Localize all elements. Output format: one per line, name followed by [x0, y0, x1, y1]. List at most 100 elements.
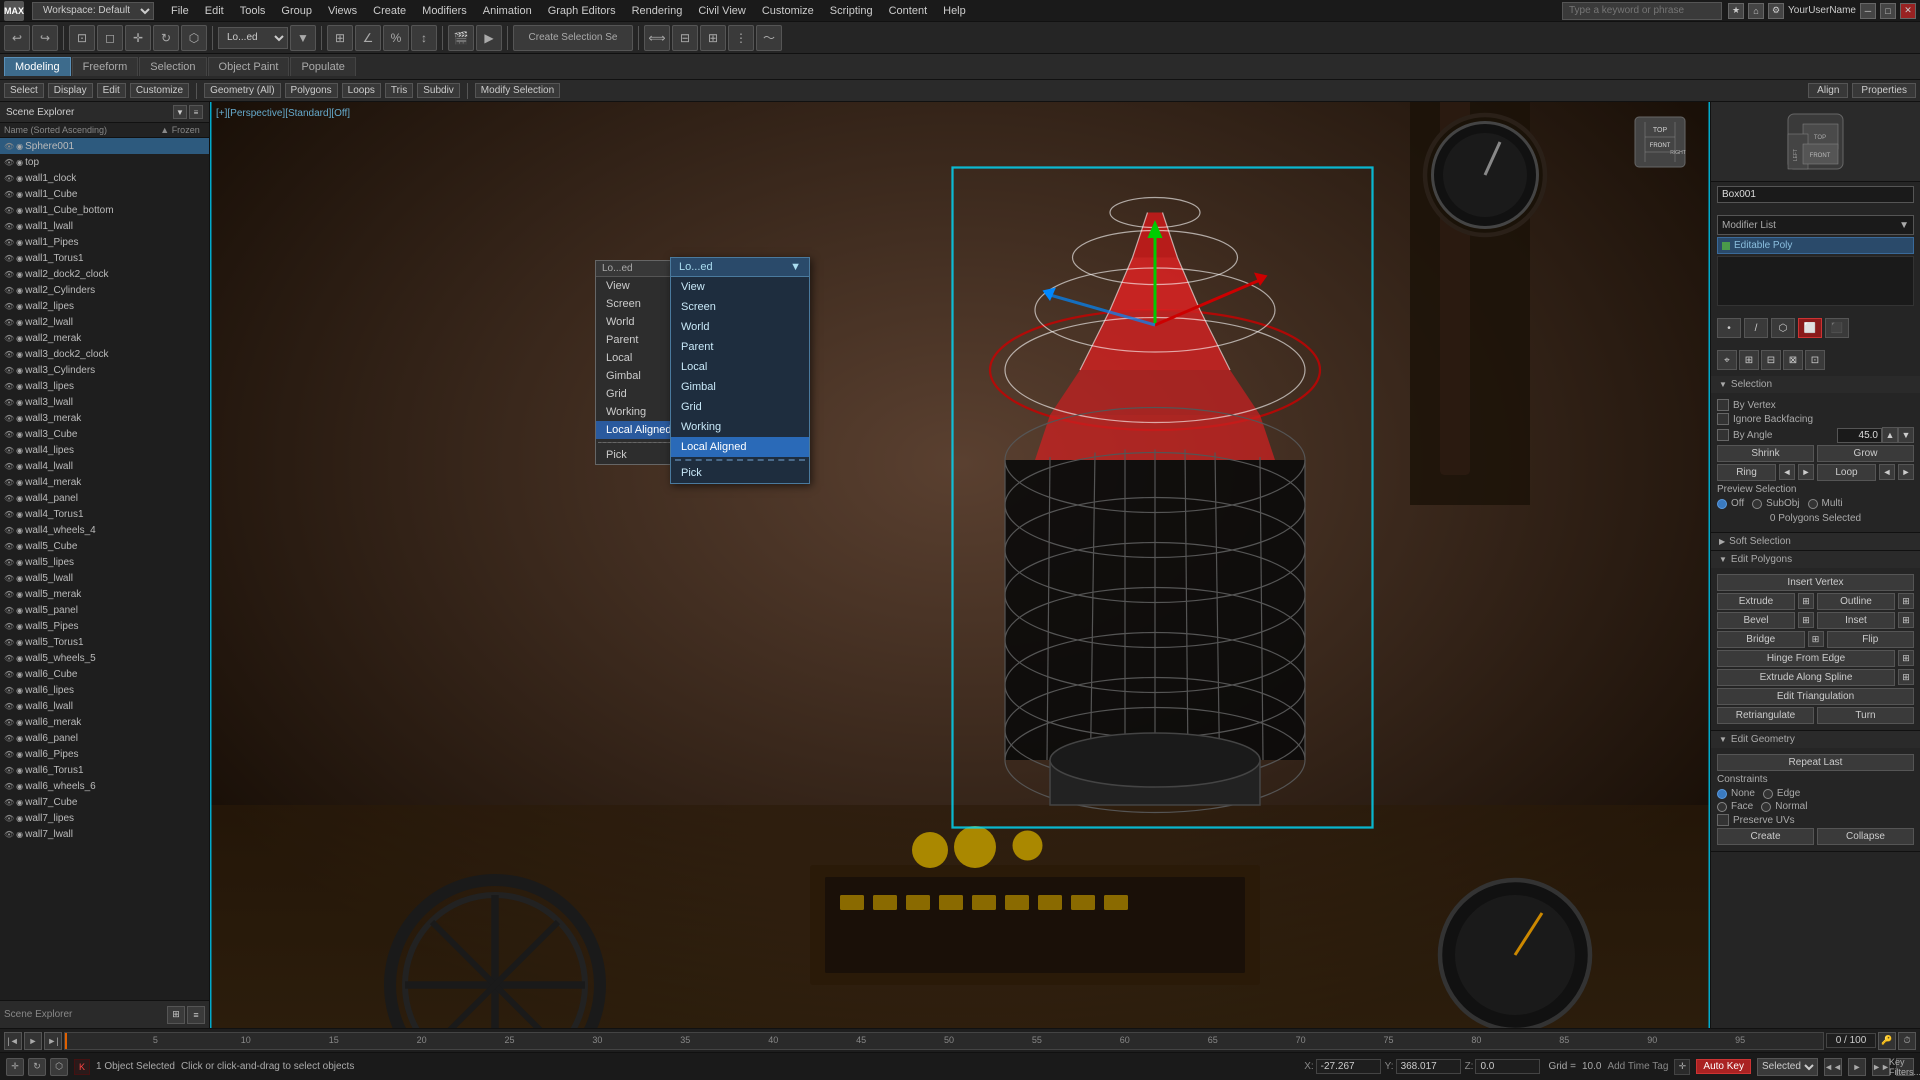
list-item-sphere001[interactable]: 👁 ◉ Sphere001: [0, 138, 209, 154]
face-radio[interactable]: [1717, 802, 1727, 812]
edit-triangulation-btn[interactable]: Edit Triangulation: [1717, 688, 1914, 705]
sd-world[interactable]: World: [671, 317, 809, 337]
next-frame-btn[interactable]: ►|: [44, 1032, 62, 1050]
list-item-22[interactable]: 👁 ◉ wall4_panel: [0, 490, 209, 506]
edge-radio[interactable]: [1763, 789, 1773, 799]
list-item-wall1-clock[interactable]: 👁 ◉ wall1_clock: [0, 170, 209, 186]
settings-icon[interactable]: ⚙: [1768, 3, 1784, 19]
ref-coord-btn[interactable]: ▼: [290, 25, 316, 51]
sub-icon-vertex[interactable]: •: [1717, 318, 1741, 338]
sd-pick[interactable]: Pick: [671, 463, 809, 483]
spinner-snap[interactable]: ↕: [411, 25, 437, 51]
poly-geometry-btn[interactable]: Geometry (All): [204, 83, 280, 98]
normal-radio[interactable]: [1761, 802, 1771, 812]
scene-explorer-toggle[interactable]: ⊞: [167, 1006, 185, 1024]
list-item-24[interactable]: 👁 ◉ wall4_wheels_4: [0, 522, 209, 538]
by-vertex-checkbox[interactable]: [1717, 399, 1729, 411]
tab-object-paint[interactable]: Object Paint: [208, 57, 290, 76]
mini-rotate-btn[interactable]: ↻: [28, 1058, 46, 1076]
hinge-settings[interactable]: ⊞: [1898, 650, 1914, 666]
select-obj-btn[interactable]: ⊡: [69, 25, 95, 51]
list-item-39[interactable]: 👁 ◉ wall6_Torus1: [0, 762, 209, 778]
menu-content[interactable]: Content: [882, 3, 935, 19]
poly-loops-btn[interactable]: Loops: [342, 83, 381, 98]
frame-counter[interactable]: 0 / 100: [1826, 1033, 1876, 1048]
list-item-36[interactable]: 👁 ◉ wall6_merak: [0, 714, 209, 730]
list-item-21[interactable]: 👁 ◉ wall4_merak: [0, 474, 209, 490]
list-item-34[interactable]: 👁 ◉ wall6_lipes: [0, 682, 209, 698]
list-item-15[interactable]: 👁 ◉ wall3_lipes: [0, 378, 209, 394]
timeline-track[interactable]: 5 10 15 20 25 30 35 40 45 50 55 60 65 70…: [64, 1032, 1824, 1050]
menu-views[interactable]: Views: [321, 3, 364, 19]
editable-poly-row[interactable]: Editable Poly: [1717, 237, 1914, 254]
angle-value-input[interactable]: [1837, 428, 1882, 443]
create-btn[interactable]: Create: [1717, 828, 1814, 845]
list-item-23[interactable]: 👁 ◉ wall4_Torus1: [0, 506, 209, 522]
edit-geometry-header[interactable]: ▼ Edit Geometry: [1711, 731, 1920, 748]
list-item-14[interactable]: 👁 ◉ wall3_Cylinders: [0, 362, 209, 378]
poly-subdiv-btn[interactable]: Subdiv: [417, 83, 460, 98]
menu-modifiers[interactable]: Modifiers: [415, 3, 474, 19]
render-btn[interactable]: ▶: [476, 25, 502, 51]
menu-rendering[interactable]: Rendering: [625, 3, 690, 19]
reference-coord-dropdown[interactable]: Lo...ed: [218, 27, 288, 49]
list-item-16[interactable]: 👁 ◉ wall3_lwall: [0, 394, 209, 410]
key-filters-btn[interactable]: Key Filters...: [1896, 1058, 1914, 1076]
sd-screen[interactable]: Screen: [671, 297, 809, 317]
list-item-33[interactable]: 👁 ◉ wall6_Cube: [0, 666, 209, 682]
tab-freeform[interactable]: Freeform: [72, 57, 139, 76]
star-icon[interactable]: ★: [1728, 3, 1744, 19]
menu-help[interactable]: Help: [936, 3, 973, 19]
poly-modify-selection-btn[interactable]: Modify Selection: [475, 83, 560, 98]
next-key-btn[interactable]: ►►: [1872, 1058, 1890, 1076]
selection-mode-dropdown[interactable]: Selected: [1757, 1058, 1818, 1076]
viewport-area[interactable]: [+][Perspective][Standard][Off] TOP FRON…: [210, 102, 1710, 1028]
bridge-btn[interactable]: Bridge: [1717, 631, 1805, 648]
move-cursor-btn[interactable]: ✛: [1674, 1059, 1690, 1075]
selection-header[interactable]: ▼ Selection: [1711, 376, 1920, 393]
list-item-25[interactable]: 👁 ◉ wall5_Cube: [0, 538, 209, 554]
render-setup[interactable]: 🎬: [448, 25, 474, 51]
sub-icon-edge[interactable]: /: [1744, 318, 1768, 338]
retriangulate-btn[interactable]: Retriangulate: [1717, 707, 1814, 724]
list-item-wall1-cube[interactable]: 👁 ◉ wall1_Cube: [0, 186, 209, 202]
modifier-list-dropdown[interactable]: Modifier List ▼: [1717, 215, 1914, 235]
preserve-uvs-checkbox[interactable]: [1717, 814, 1729, 826]
tool-icon-1[interactable]: ⌖: [1717, 350, 1737, 370]
repeat-last-btn[interactable]: Repeat Last: [1717, 754, 1914, 771]
inset-settings[interactable]: ⊞: [1898, 612, 1914, 628]
mirror-btn[interactable]: ⟺: [644, 25, 670, 51]
list-item-32[interactable]: 👁 ◉ wall5_wheels_5: [0, 650, 209, 666]
extrude-along-spline-btn[interactable]: Extrude Along Spline: [1717, 669, 1895, 686]
rotate-btn[interactable]: ↻: [153, 25, 179, 51]
menu-graph-editors[interactable]: Graph Editors: [541, 3, 623, 19]
list-item-43[interactable]: 👁 ◉ wall7_lwall: [0, 826, 209, 842]
tab-selection[interactable]: Selection: [139, 57, 206, 76]
flip-btn[interactable]: Flip: [1827, 631, 1915, 648]
small-reference-dropdown[interactable]: Lo...ed ▼ View Screen World Parent Local…: [670, 257, 810, 484]
list-item-8[interactable]: 👁 ◉ wall2_dock2_clock: [0, 266, 209, 282]
bevel-settings[interactable]: ⊞: [1798, 612, 1814, 628]
scale-btn[interactable]: ⬡: [181, 25, 207, 51]
mini-scale-btn[interactable]: ⬡: [50, 1058, 68, 1076]
poly-edit-btn[interactable]: Edit: [97, 83, 126, 98]
add-time-tag-btn[interactable]: Add Time Tag: [1607, 1061, 1668, 1072]
grow-btn[interactable]: Grow: [1817, 445, 1914, 462]
sd-grid[interactable]: Grid: [671, 397, 809, 417]
close-btn[interactable]: ✕: [1900, 3, 1916, 19]
tab-populate[interactable]: Populate: [290, 57, 355, 76]
hinge-from-edge-btn[interactable]: Hinge From Edge: [1717, 650, 1895, 667]
sub-icon-polygon[interactable]: ⬜: [1798, 318, 1822, 338]
ring-minus[interactable]: ◄: [1779, 464, 1795, 480]
edit-polygons-header[interactable]: ▼ Edit Polygons: [1711, 551, 1920, 568]
list-item-7[interactable]: 👁 ◉ wall1_Torus1: [0, 250, 209, 266]
y-value-input[interactable]: [1396, 1059, 1461, 1074]
undo-btn[interactable]: ↩: [4, 25, 30, 51]
inset-btn[interactable]: Inset: [1817, 612, 1895, 629]
sd-working[interactable]: Working: [671, 417, 809, 437]
navigation-cube[interactable]: TOP FRONT RIGHT: [1630, 112, 1690, 172]
workspace-selector[interactable]: Workspace: Default: [32, 2, 154, 20]
poly-select-btn[interactable]: Select: [4, 83, 44, 98]
list-item-top[interactable]: 👁 ◉ top: [0, 154, 209, 170]
minimize-btn[interactable]: ─: [1860, 3, 1876, 19]
